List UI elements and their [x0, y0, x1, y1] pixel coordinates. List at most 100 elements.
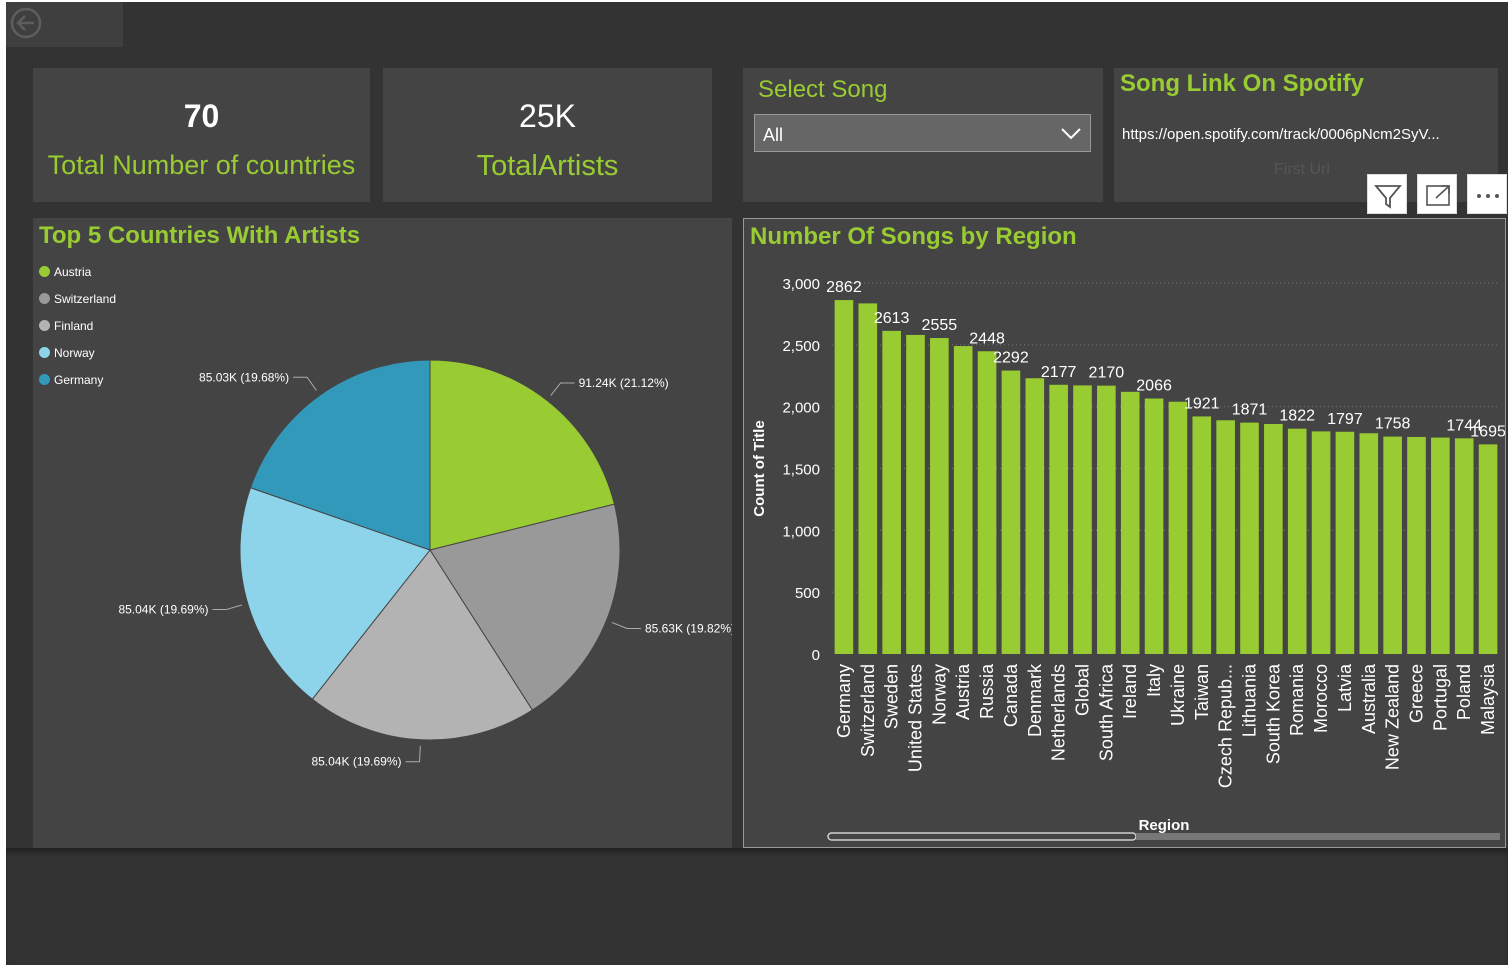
y-tick-label: 3,000: [782, 276, 820, 293]
kpi-value: 70: [183, 98, 220, 134]
bar-data-label: 1695: [1470, 423, 1505, 440]
bar-data-label: 2066: [1136, 378, 1172, 395]
bar: [1454, 438, 1474, 654]
pie-data-label: 85.63K (19.82%): [645, 621, 732, 635]
x-tick-label: Morocco: [1311, 664, 1331, 733]
bar: [906, 334, 925, 654]
bar-data-label: 1871: [1232, 402, 1268, 419]
x-tick-label: Poland: [1454, 664, 1474, 720]
bar: [1001, 370, 1021, 654]
kpi-card-countries: 70 Total Number of countries: [33, 68, 370, 202]
bar-data-label: 1758: [1375, 416, 1411, 433]
more-options-button[interactable]: [1467, 174, 1507, 214]
x-tick-label: United States: [906, 664, 926, 772]
x-tick-label: Sweden: [882, 664, 902, 729]
x-tick-label: Austria: [953, 663, 973, 720]
bar-data-label: 2292: [993, 350, 1029, 367]
filter-icon: [1374, 185, 1402, 209]
scrollbar-track: [1136, 833, 1500, 840]
bar: [1192, 416, 1212, 654]
focus-mode-icon: [1426, 185, 1450, 206]
bar: [1431, 437, 1450, 654]
pie-leader-line: [212, 604, 243, 610]
x-tick-label: Romania: [1287, 663, 1307, 736]
x-tick-label: Canada: [1001, 663, 1021, 727]
song-link-url[interactable]: https://open.spotify.com/track/0006pNcm2…: [1122, 126, 1494, 143]
x-tick-label: Czech Repub...: [1216, 664, 1236, 788]
bar: [1144, 398, 1164, 654]
kpi-card-artists: 25K TotalArtists: [383, 68, 712, 202]
x-tick-label: Denmark: [1025, 663, 1045, 737]
kpi-value: 25K: [519, 98, 576, 134]
bar-chart: 0 500 1,000 1,500 2,000 2,500 3,000 Count of Ti…: [751, 276, 1505, 841]
x-axis-title: Region: [1139, 817, 1190, 834]
bar-data-label: 1921: [1184, 395, 1220, 412]
x-tick-label: Switzerland: [858, 664, 878, 757]
y-tick-label: 500: [795, 585, 820, 602]
y-tick-label: 2,000: [782, 400, 820, 417]
x-tick-label: Norway: [929, 664, 949, 725]
pie-chart-panel: Top 5 Countries With Artists Austria Swit…: [33, 218, 732, 848]
kpi-label: Total Number of countries: [47, 150, 356, 180]
song-link-title: Song Link On Spotify: [1120, 70, 1364, 97]
horizontal-scrollbar: [827, 832, 1137, 841]
bar: [1287, 428, 1307, 654]
back-arrow-icon: [10, 7, 42, 39]
slicer-title: Select Song: [758, 76, 888, 103]
back-button[interactable]: [6, 2, 123, 47]
bar: [1097, 385, 1116, 654]
bar: [1478, 444, 1498, 654]
x-tick-label: Ireland: [1120, 664, 1140, 719]
bar: [1311, 431, 1331, 654]
x-tick-label: Ukraine: [1168, 664, 1188, 726]
song-link-subtitle: First Url: [1274, 161, 1330, 178]
kpi-label: TotalArtists: [476, 150, 619, 182]
pie-data-label: 85.04K (19.69%): [311, 755, 401, 769]
x-tick-label: Germany: [834, 664, 854, 738]
bar: [1216, 420, 1235, 654]
y-tick-label: 0: [812, 647, 820, 664]
pie-data-label: 85.03K (19.68%): [199, 370, 289, 384]
y-tick-label: 2,500: [782, 338, 820, 355]
x-tick-label: South Korea: [1263, 663, 1283, 764]
x-tick-label: Netherlands: [1049, 664, 1069, 761]
bar: [1383, 436, 1402, 654]
y-tick-label: 1,000: [782, 523, 820, 540]
bar-data-label: 2613: [874, 310, 910, 327]
pie-data-label: 85.04K (19.69%): [118, 602, 208, 616]
pie-leader-line: [293, 376, 317, 391]
bar-data-label: 2448: [969, 330, 1005, 347]
song-slicer: Select Song All: [743, 68, 1103, 202]
dropdown-value: All: [763, 125, 784, 145]
y-tick-label: 1,500: [782, 462, 820, 479]
bar: [930, 338, 949, 654]
filter-button[interactable]: [1367, 174, 1407, 214]
bar: [834, 300, 854, 654]
focus-mode-button[interactable]: [1417, 174, 1457, 214]
x-tick-label: Russia: [977, 663, 997, 719]
x-tick-label: Greece: [1407, 664, 1427, 723]
bar-data-label: 2177: [1041, 364, 1077, 381]
bar-data-label: 2170: [1089, 365, 1125, 382]
bar: [1264, 423, 1283, 654]
bar: [1240, 422, 1259, 654]
more-options-icon: [1477, 194, 1499, 198]
x-tick-label: Lithuania: [1240, 663, 1260, 737]
bar-data-label: 1797: [1327, 411, 1363, 428]
x-tick-label: Malaysia: [1478, 663, 1498, 735]
bar: [1120, 391, 1140, 654]
x-tick-label: Italy: [1144, 664, 1164, 697]
bar: [1359, 433, 1379, 654]
x-tick-label: New Zealand: [1383, 664, 1403, 770]
canvas-bottom-area: [6, 848, 1508, 965]
x-tick-label: Global: [1073, 664, 1093, 716]
song-dropdown[interactable]: All: [754, 114, 1091, 152]
y-axis-title: Count of Title: [751, 420, 768, 516]
bar-chart-panel: Number Of Songs by Region 0 500 1,000 1,500…: [743, 218, 1506, 848]
pie-leader-line: [550, 382, 575, 396]
report-canvas: 70 Total Number of countries 25K TotalAr…: [6, 2, 1508, 965]
bar: [1049, 384, 1068, 654]
bar-data-label: 2862: [826, 279, 862, 296]
bar-data-label: 1822: [1279, 408, 1315, 425]
bar: [977, 351, 997, 654]
